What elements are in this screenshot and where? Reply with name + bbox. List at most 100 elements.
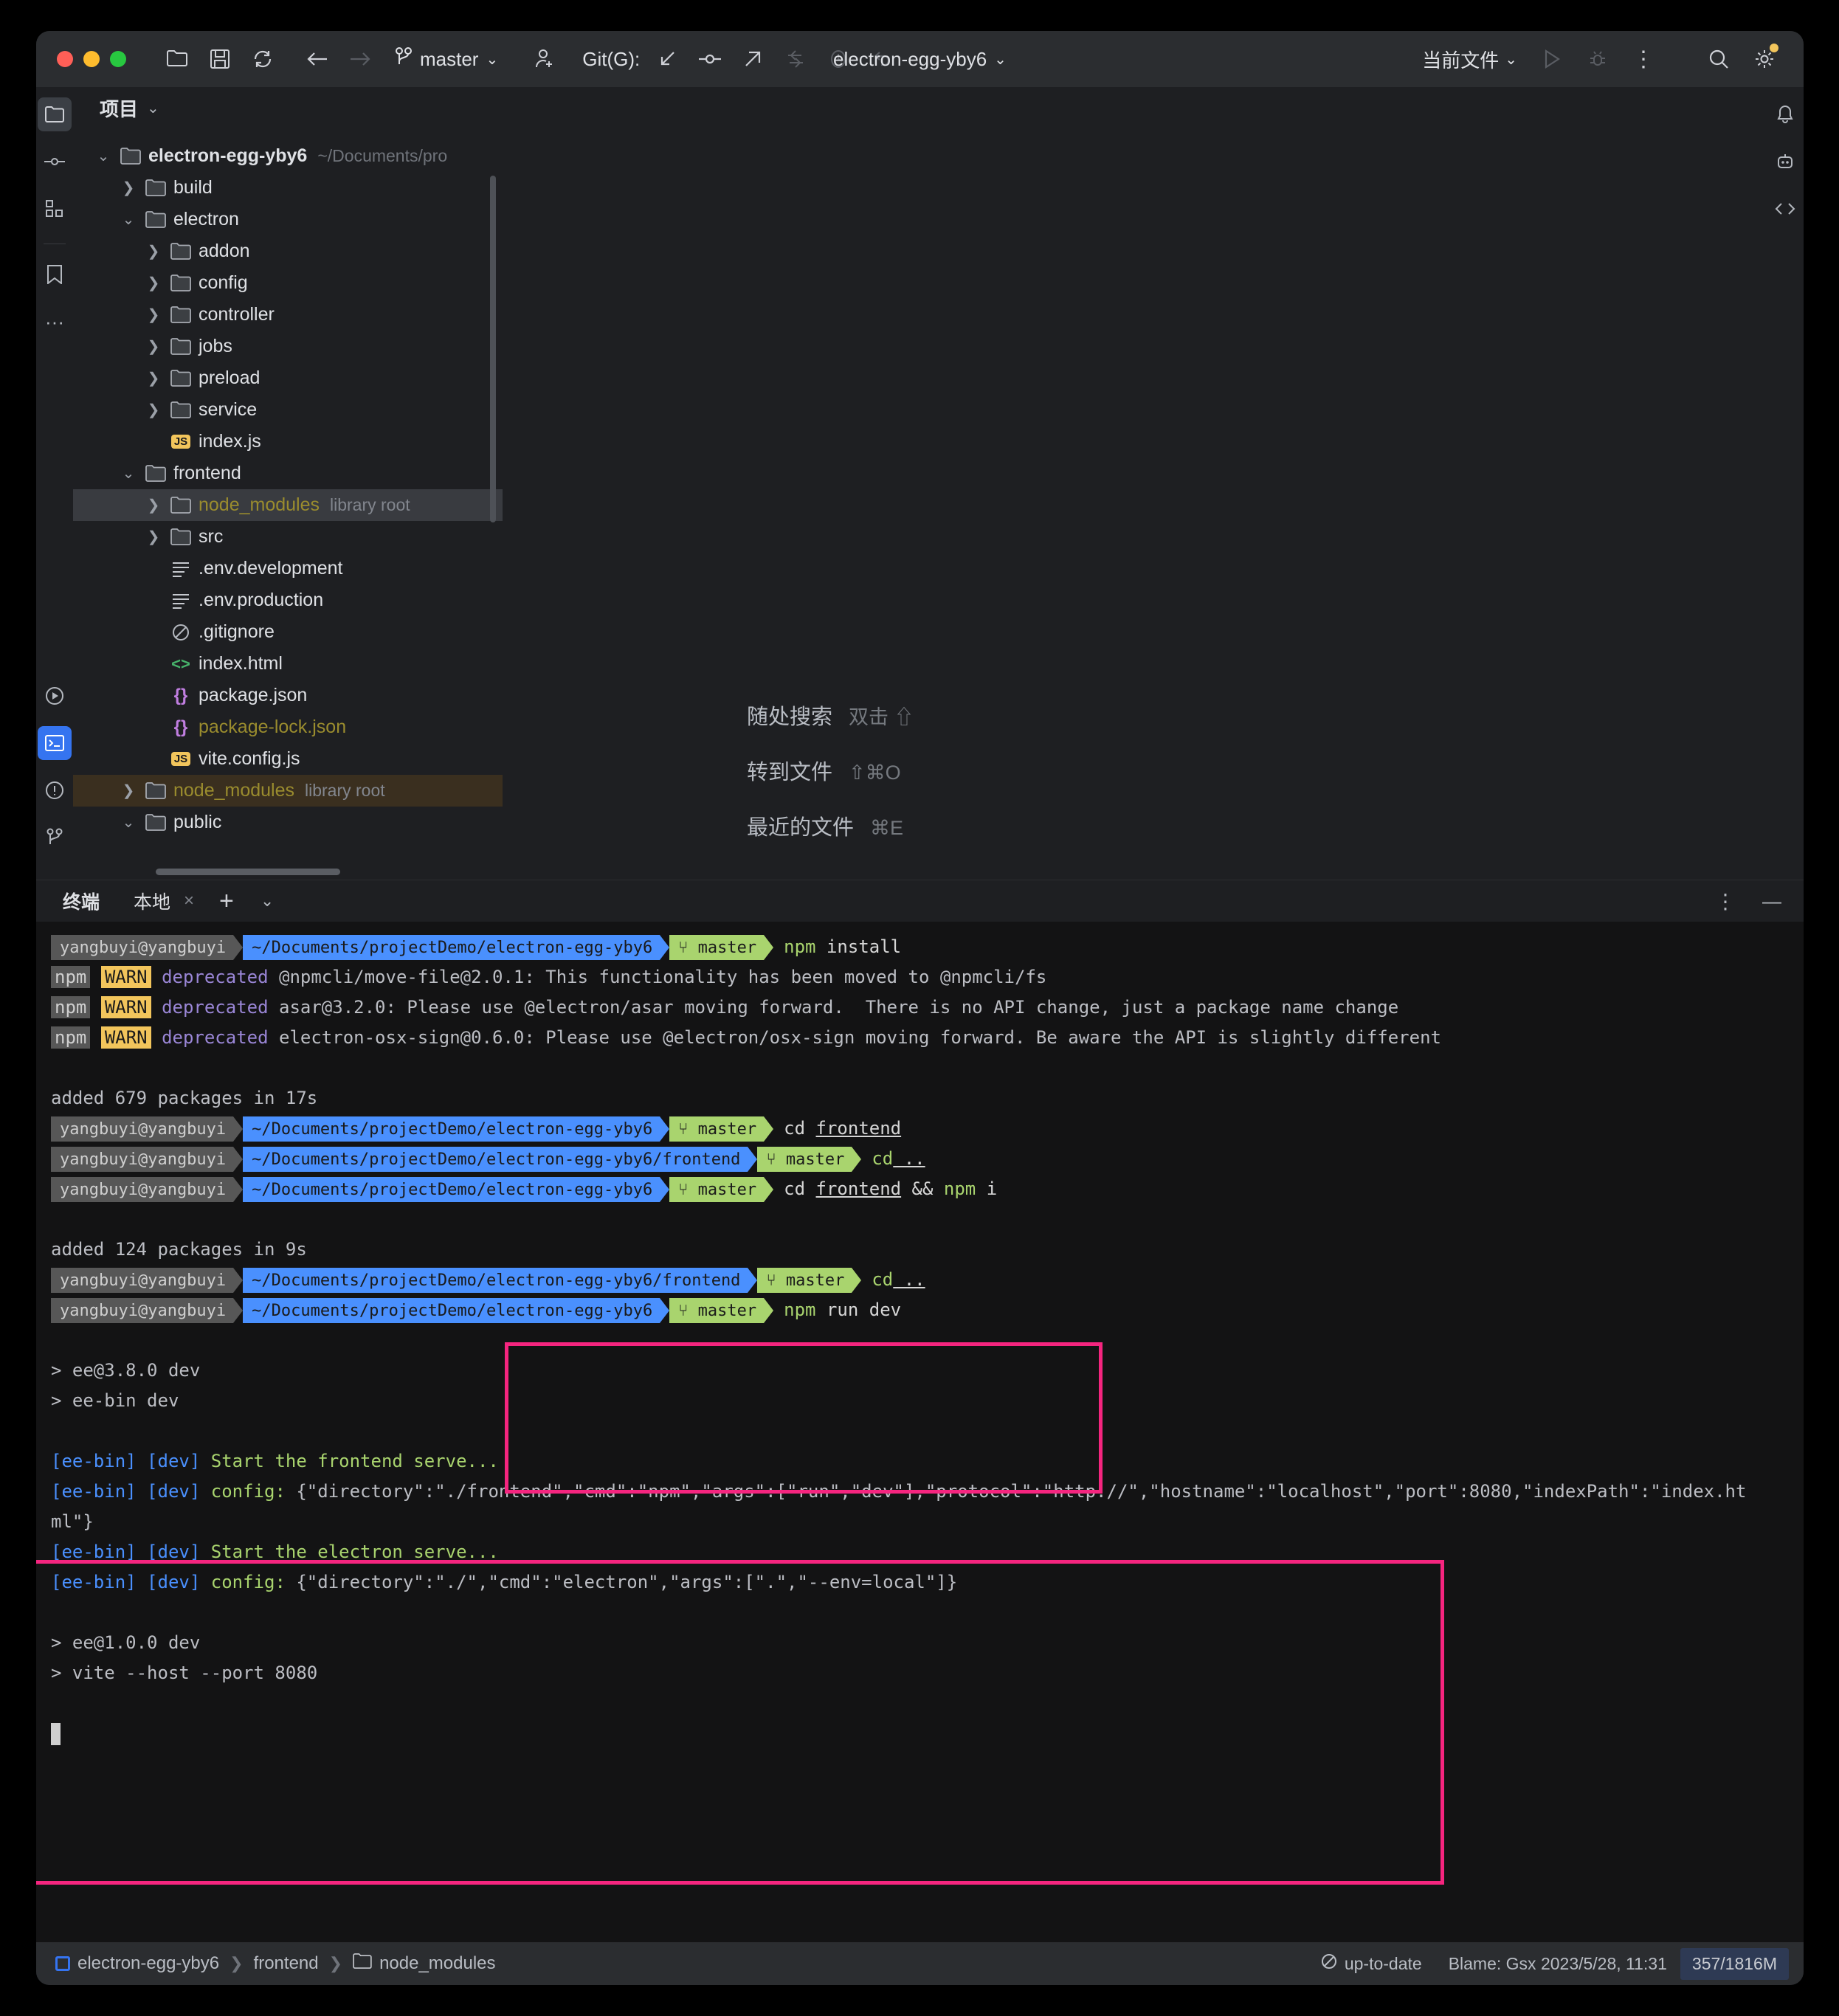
folder-icon xyxy=(166,497,196,514)
prompt-arrow xyxy=(660,1177,669,1202)
tree-item-preload[interactable]: ❯preload xyxy=(73,362,503,394)
sidebar-item-more[interactable]: ··· xyxy=(38,305,72,339)
back-arrow-icon[interactable] xyxy=(296,38,339,80)
add-collaborator-icon[interactable] xyxy=(523,38,566,80)
prompt-arrow xyxy=(852,1147,861,1172)
tree-item-controller[interactable]: ❯controller xyxy=(73,299,503,331)
chevron-right-icon[interactable]: ❯ xyxy=(141,528,166,546)
forward-arrow-icon[interactable] xyxy=(339,38,382,80)
chevron-down-icon[interactable]: ⌄ xyxy=(116,464,141,483)
tree-item-frontend[interactable]: ⌄frontend xyxy=(73,458,503,489)
tree-item-addon[interactable]: ❯addon xyxy=(73,235,503,267)
more-vert-icon[interactable]: ⋮ xyxy=(1715,889,1736,914)
git-branch-icon[interactable] xyxy=(38,821,72,855)
sidebar-item-bookmarks[interactable] xyxy=(38,258,72,291)
sidebar-item-project[interactable] xyxy=(38,97,72,131)
open-folder-icon[interactable] xyxy=(156,38,199,80)
minimize-icon[interactable]: — xyxy=(1762,890,1781,913)
tree-item-package-lock-json[interactable]: ❯{}package-lock.json xyxy=(73,711,503,743)
tree-item-label: index.html xyxy=(199,653,283,674)
chevron-right-icon[interactable]: ❯ xyxy=(141,401,166,419)
chevron-right-icon[interactable]: ❯ xyxy=(141,274,166,292)
chevron-right-icon[interactable]: ❯ xyxy=(116,179,141,197)
breadcrumb-item[interactable]: frontend xyxy=(254,1953,319,1974)
update-project-icon[interactable] xyxy=(646,38,689,80)
push-icon[interactable] xyxy=(731,38,774,80)
run-panel-icon[interactable] xyxy=(38,679,72,713)
terminal-eebin-line: [ee-bin] [dev] config: {"directory":"./f… xyxy=(36,1477,1804,1507)
notifications-bell-icon[interactable] xyxy=(1768,97,1802,131)
tree-item-index-js[interactable]: ❯JSindex.js xyxy=(73,426,503,458)
eebin-message: Start the frontend serve... xyxy=(211,1451,499,1471)
tree-item-config[interactable]: ❯config xyxy=(73,267,503,299)
settings-gear-icon[interactable] xyxy=(1743,38,1786,80)
close-window-button[interactable] xyxy=(57,51,73,67)
tree-item-public[interactable]: ⌄public xyxy=(73,807,503,838)
new-terminal-button[interactable]: + xyxy=(219,887,234,916)
branch-selector[interactable]: master ⌄ xyxy=(386,46,507,72)
chevron-right-icon[interactable]: ❯ xyxy=(141,369,166,387)
vcs-status[interactable]: up-to-date xyxy=(1308,1953,1435,1974)
chevron-down-icon[interactable]: ⌄ xyxy=(147,99,159,117)
terminal-command: cd .. xyxy=(872,1269,925,1290)
more-vert-icon[interactable]: ⋮ xyxy=(1622,38,1665,80)
run-configuration-selector[interactable]: electron-egg-yby6 ⌄ xyxy=(833,48,1007,71)
tree-item-package-json[interactable]: ❯{}package.json xyxy=(73,680,503,711)
tree-item-vite-config-js[interactable]: ❯JSvite.config.js xyxy=(73,743,503,775)
code-with-me-icon[interactable] xyxy=(1768,192,1802,226)
sidebar-item-structure[interactable] xyxy=(38,192,72,226)
tree-item--gitignore[interactable]: ❯.gitignore xyxy=(73,616,503,648)
current-file-selector[interactable]: 当前文件 ⌄ xyxy=(1422,46,1517,73)
tree-vertical-scrollbar[interactable] xyxy=(490,176,496,522)
breadcrumb[interactable]: electron-egg-yby6 ❯ frontend ❯ node_modules xyxy=(55,1953,496,1974)
terminal-prompt: yangbuyi@yangbuyi~/Documents/projectDemo… xyxy=(51,1147,861,1172)
chevron-down-icon[interactable]: ⌄ xyxy=(91,147,116,165)
chevron-right-icon[interactable]: ❯ xyxy=(141,305,166,324)
tree-item-service[interactable]: ❯service xyxy=(73,394,503,426)
tree-item-electron[interactable]: ⌄electron xyxy=(73,204,503,235)
terminal-icon[interactable] xyxy=(38,726,72,760)
sync-icon[interactable] xyxy=(241,38,284,80)
terminal-command: cd .. xyxy=(872,1148,925,1169)
rebase-icon[interactable] xyxy=(774,38,817,80)
tree-horizontal-scrollbar[interactable] xyxy=(156,869,340,875)
chevron-right-icon[interactable]: ❯ xyxy=(141,242,166,260)
terminal-output[interactable]: yangbuyi@yangbuyi~/Documents/projectDemo… xyxy=(36,922,1804,1942)
close-icon[interactable]: × xyxy=(184,891,194,911)
maximize-window-button[interactable] xyxy=(110,51,126,67)
chevron-right-icon[interactable]: ❯ xyxy=(141,337,166,356)
chevron-right-icon[interactable]: ❯ xyxy=(141,496,166,514)
chevron-down-icon[interactable]: ⌄ xyxy=(261,891,274,911)
breadcrumb-item[interactable]: electron-egg-yby6 xyxy=(55,1953,219,1974)
tree-item--env-production[interactable]: ❯.env.production xyxy=(73,584,503,616)
tree-item-node-modules[interactable]: ❯node_moduleslibrary root xyxy=(73,775,503,807)
save-icon[interactable] xyxy=(199,38,241,80)
memory-indicator[interactable]: 357/1816M xyxy=(1680,1948,1789,1980)
project-panel-header[interactable]: 项目 ⌄ xyxy=(73,87,503,128)
chevron-down-icon[interactable]: ⌄ xyxy=(116,210,141,229)
chevron-down-icon[interactable]: ⌄ xyxy=(116,813,141,832)
chevron-right-icon[interactable]: ❯ xyxy=(116,781,141,800)
project-tree[interactable]: ⌄electron-egg-yby6~/Documents/pro❯build⌄… xyxy=(73,128,503,880)
terminal-tab-local[interactable]: 本地 × xyxy=(134,888,194,914)
tree-item-node-modules[interactable]: ❯node_moduleslibrary root xyxy=(73,489,503,521)
tree-item-jobs[interactable]: ❯jobs xyxy=(73,331,503,362)
sidebar-item-commit[interactable] xyxy=(38,145,72,179)
tree-item-electron-egg-yby6[interactable]: ⌄electron-egg-yby6~/Documents/pro xyxy=(73,140,503,172)
ai-assistant-icon[interactable] xyxy=(1768,145,1802,179)
run-icon[interactable] xyxy=(1531,38,1573,80)
blame-info[interactable]: Blame: Gsx 2023/5/28, 11:31 xyxy=(1435,1954,1680,1974)
minimize-window-button[interactable] xyxy=(83,51,100,67)
json-icon: {} xyxy=(166,686,196,706)
commit-icon[interactable] xyxy=(689,38,731,80)
tree-item-build[interactable]: ❯build xyxy=(73,172,503,204)
tree-item--env-development[interactable]: ❯.env.development xyxy=(73,553,503,584)
debug-icon[interactable] xyxy=(1576,38,1619,80)
breadcrumb-item[interactable]: node_modules xyxy=(353,1953,495,1974)
search-icon[interactable] xyxy=(1697,38,1740,80)
breadcrumb-separator: ❯ xyxy=(329,1954,342,1973)
tree-item-src[interactable]: ❯src xyxy=(73,521,503,553)
tree-item-index-html[interactable]: ❯<>index.html xyxy=(73,648,503,680)
problems-icon[interactable] xyxy=(38,773,72,807)
breadcrumb-separator: ❯ xyxy=(230,1954,243,1973)
